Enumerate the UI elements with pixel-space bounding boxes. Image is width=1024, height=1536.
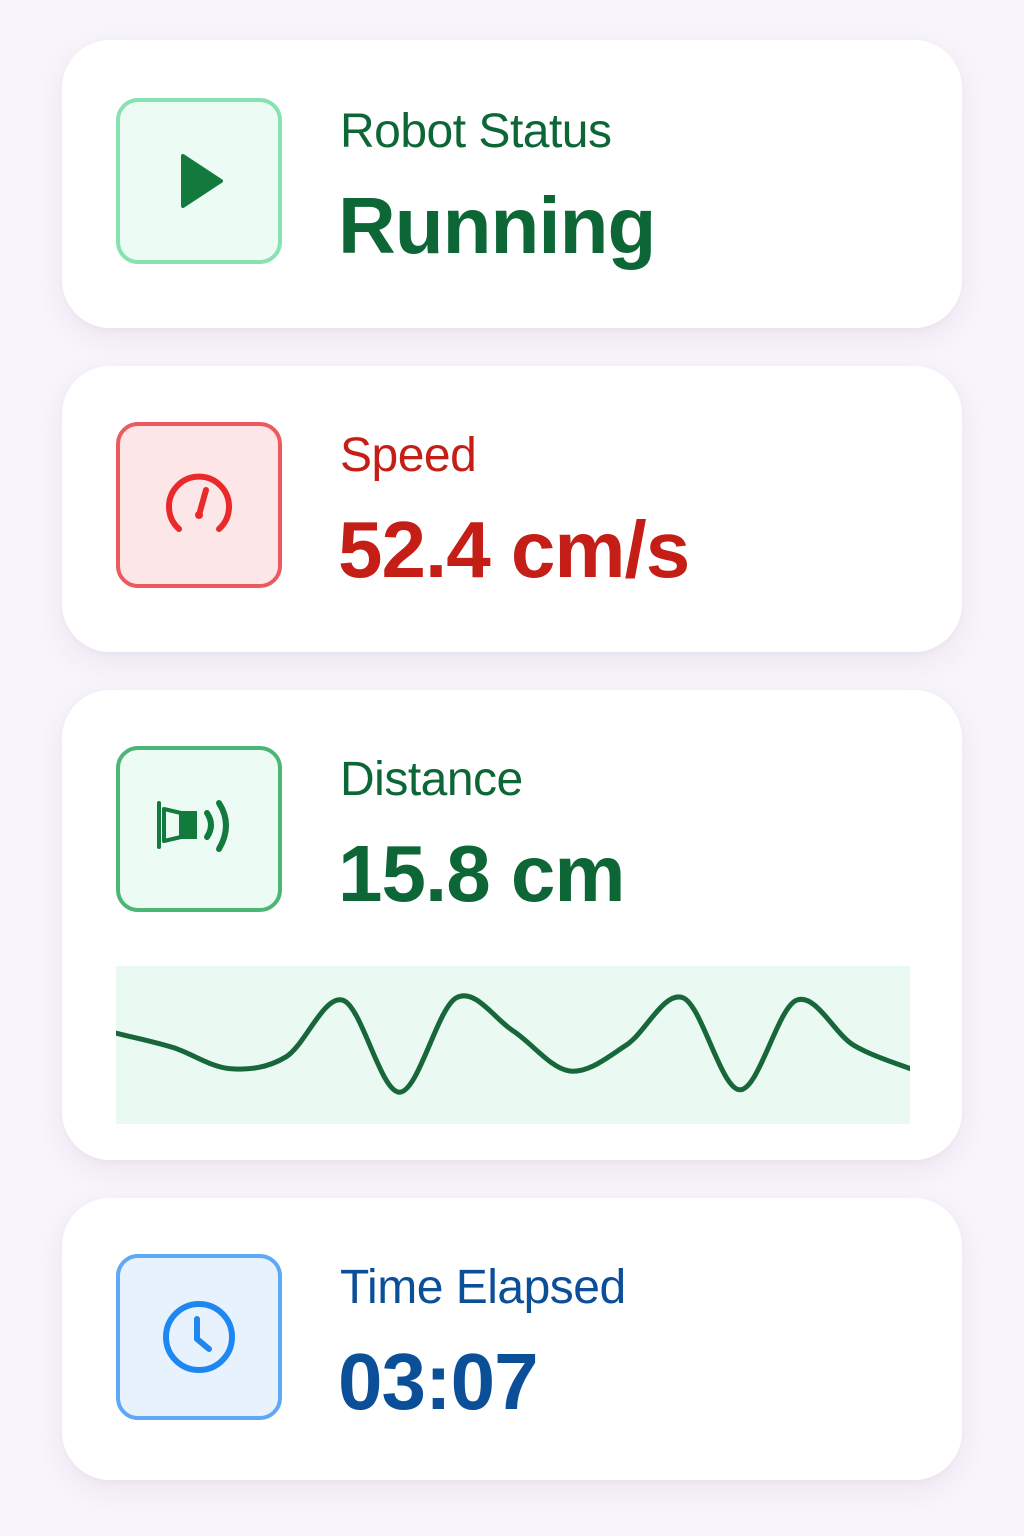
time-label: Time Elapsed: [340, 1261, 626, 1314]
clock-icon: [163, 1301, 235, 1373]
time-elapsed-card: Time Elapsed 03:07: [62, 1198, 962, 1480]
distance-icon-box: [116, 746, 282, 912]
robot-status-card: Robot Status Running: [62, 40, 962, 328]
chart-background: [116, 966, 910, 1124]
distance-value: 15.8 cm: [338, 829, 626, 918]
ultrasonic-sensor-icon: [157, 800, 229, 852]
status-icon-box: [116, 98, 282, 264]
status-value: Running: [338, 181, 656, 270]
status-label: Robot Status: [340, 105, 612, 158]
speed-value: 52.4 cm/s: [338, 505, 690, 594]
time-icon-box: [116, 1254, 282, 1420]
distance-label: Distance: [340, 753, 523, 806]
distance-wave-chart: [116, 966, 910, 1124]
distance-card: Distance 15.8 cm: [62, 690, 962, 1160]
play-icon: [181, 154, 223, 208]
speed-card: Speed 52.4 cm/s: [62, 366, 962, 652]
speedometer-icon: [166, 473, 232, 532]
time-value: 03:07: [338, 1337, 539, 1426]
speed-icon-box: [116, 422, 282, 588]
speed-label: Speed: [340, 429, 477, 482]
